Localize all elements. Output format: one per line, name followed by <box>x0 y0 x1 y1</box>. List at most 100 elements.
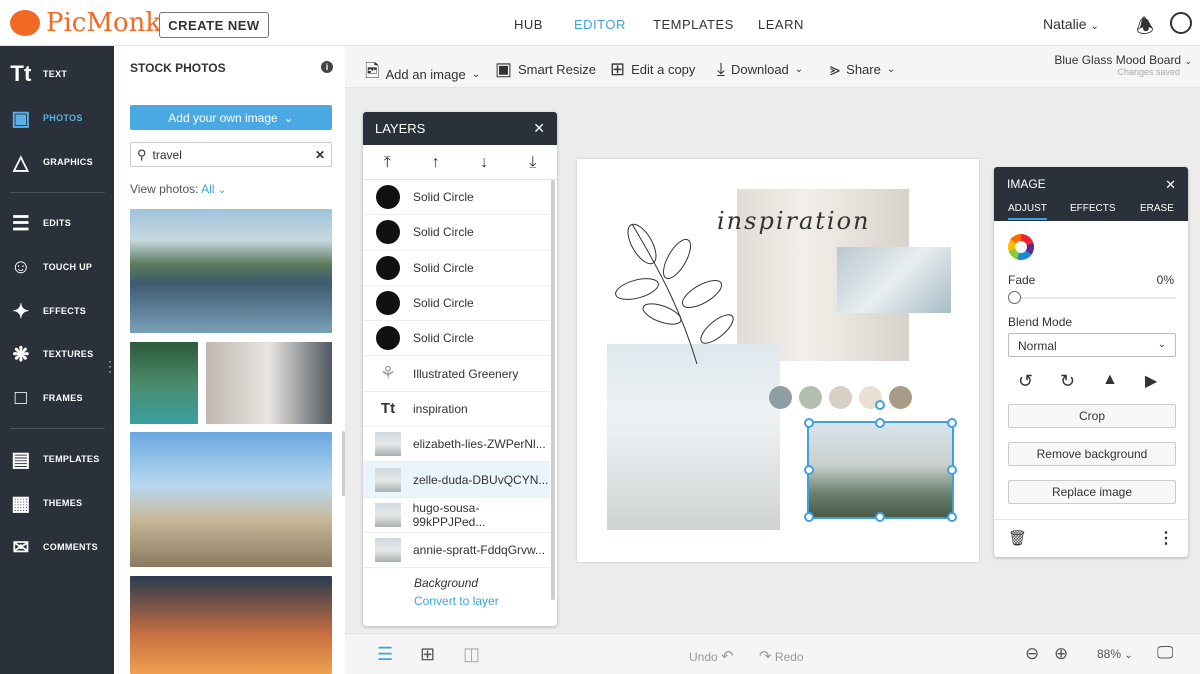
layer-row[interactable]: hugo-sousa-99kPPJPed... <box>363 498 550 533</box>
color-swatch[interactable] <box>889 386 912 409</box>
stock-photo[interactable] <box>130 342 198 424</box>
search-input[interactable]: ⚲ travel ✕ <box>130 142 332 167</box>
layers-icon[interactable]: ☰ <box>377 644 393 665</box>
crop-button[interactable]: Crop <box>1008 404 1176 428</box>
layer-row[interactable]: Solid Circle <box>363 286 550 322</box>
download-button[interactable]: ⤓ Download ⌄ <box>717 59 803 80</box>
more-options-icon[interactable]: ⋮ <box>1158 528 1174 548</box>
sidebar-item-themes[interactable]: ▦ THEMES <box>0 483 114 523</box>
sidebar-item-edits[interactable]: ☰ EDITS <box>0 203 114 243</box>
add-image-button[interactable]: 🖻 Add an image ⌄ <box>365 59 480 89</box>
sidebar-item-text[interactable]: Tt TEXT <box>0 54 114 94</box>
convert-to-layer-link[interactable]: Convert to layer <box>414 594 557 608</box>
scrollbar[interactable] <box>342 431 345 496</box>
close-icon[interactable]: ✕ <box>533 120 545 137</box>
resize-handle[interactable] <box>875 512 885 522</box>
edit-copy-button[interactable]: ⊞ Edit a copy <box>610 59 695 80</box>
smart-resize-button[interactable]: ▣ Smart Resize <box>495 59 596 80</box>
color-swatch[interactable] <box>799 386 822 409</box>
water-photo[interactable] <box>837 247 951 313</box>
stock-photo[interactable] <box>130 432 332 567</box>
zoom-in-icon[interactable]: ⊕ <box>1054 644 1068 664</box>
resize-handle[interactable] <box>804 465 814 475</box>
resize-handle[interactable] <box>804 418 814 428</box>
nav-editor[interactable]: EDITOR <box>574 17 626 32</box>
design-canvas[interactable]: inspiration <box>577 159 979 562</box>
info-icon[interactable]: i <box>321 61 333 73</box>
nav-hub[interactable]: HUB <box>514 17 543 32</box>
bring-to-front-icon[interactable]: ⤒ <box>363 145 412 179</box>
stock-photo[interactable] <box>130 209 332 333</box>
layer-row[interactable]: Solid Circle <box>363 215 550 251</box>
stock-photo[interactable] <box>206 342 332 424</box>
tab-adjust[interactable]: ADJUST <box>1008 203 1047 220</box>
bell-icon[interactable]: 🕭 <box>1136 12 1154 46</box>
tab-erase[interactable]: ERASE <box>1140 203 1174 214</box>
grid-icon[interactable]: ⊞ <box>420 644 435 665</box>
sidebar-item-comments[interactable]: ✉ COMMENTS <box>0 527 114 567</box>
share-button[interactable]: ⪢ Share ⌄ <box>830 59 895 80</box>
nav-learn[interactable]: LEARN <box>758 17 804 32</box>
resize-handle[interactable] <box>804 512 814 522</box>
close-icon[interactable]: ✕ <box>1165 177 1176 193</box>
remove-background-button[interactable]: Remove background <box>1008 442 1176 466</box>
compare-icon[interactable]: ◫ <box>463 644 480 665</box>
view-photos-filter[interactable]: View photos: All ⌄ <box>130 182 226 196</box>
scrollbar[interactable] <box>551 180 555 600</box>
redo-button[interactable]: ↷ Redo <box>759 647 804 665</box>
rotate-right-icon[interactable]: ↻ <box>1060 371 1075 392</box>
avatar[interactable] <box>1170 12 1192 34</box>
layer-row[interactable]: annie-spratt-FddqGrvw... <box>363 533 550 569</box>
layer-row[interactable]: Solid Circle <box>363 180 550 216</box>
layer-row[interactable]: Solid Circle <box>363 251 550 286</box>
stock-photo[interactable] <box>130 576 332 674</box>
layer-row[interactable]: zelle-duda-DBUvQCYN... <box>363 462 550 498</box>
sidebar-item-templates[interactable]: ▤ TEMPLATES <box>0 439 114 479</box>
blend-mode-select[interactable]: Normal ⌄ <box>1008 333 1176 357</box>
color-swatch[interactable] <box>829 386 852 409</box>
resize-handle[interactable] <box>947 418 957 428</box>
layer-row[interactable]: elizabeth-lies-ZWPerNl... <box>363 427 550 463</box>
resize-handle[interactable] <box>947 465 957 475</box>
resize-handle[interactable] <box>875 418 885 428</box>
layer-row[interactable]: Solid Circle <box>363 321 550 357</box>
present-icon[interactable]: 🖵 <box>1157 643 1173 663</box>
sidebar-item-frames[interactable]: □ FRAMES <box>0 378 114 418</box>
trash-icon[interactable]: 🗑 <box>1008 529 1027 547</box>
fade-slider-thumb[interactable] <box>1008 291 1021 304</box>
send-backward-icon[interactable]: ↓ <box>460 145 509 179</box>
create-new-button[interactable]: CREATE NEW <box>159 12 269 38</box>
add-own-image-button[interactable]: Add your own image ⌄ <box>130 105 332 130</box>
text-icon: Tt <box>10 61 32 86</box>
stadium-photo[interactable] <box>607 344 780 530</box>
sidebar-item-graphics[interactable]: △ GRAPHICS <box>0 142 114 182</box>
sidebar-item-photos[interactable]: ▣ PHOTOS <box>0 98 114 138</box>
tab-effects[interactable]: EFFECTS <box>1070 203 1116 214</box>
resize-handle[interactable] <box>947 512 957 522</box>
bring-forward-icon[interactable]: ↑ <box>412 145 461 179</box>
document-title-menu[interactable]: Blue Glass Mood Board ⌄ Changes saved <box>1054 53 1192 77</box>
sidebar-item-effects[interactable]: ✦ EFFECTS <box>0 291 114 331</box>
flip-horizontal-icon[interactable]: ▲ <box>1102 371 1118 389</box>
inspiration-text[interactable]: inspiration <box>717 207 871 235</box>
zoom-level-select[interactable]: 88% ⌄ <box>1097 647 1133 661</box>
zoom-out-icon[interactable]: ⊖ <box>1025 644 1039 664</box>
cactus-photo-selected[interactable] <box>807 421 954 519</box>
rotate-left-icon[interactable]: ↺ <box>1018 371 1033 392</box>
resize-handle[interactable] <box>875 400 885 410</box>
layer-row[interactable]: Tt inspiration <box>363 392 550 428</box>
replace-image-button[interactable]: Replace image <box>1008 480 1176 504</box>
color-wheel-icon[interactable] <box>1008 234 1034 260</box>
send-to-back-icon[interactable]: ⤓ <box>509 145 558 179</box>
flip-vertical-icon[interactable]: ▶ <box>1145 371 1157 391</box>
user-menu[interactable]: Natalie ⌄ <box>1043 16 1099 32</box>
layer-row[interactable]: ⚘ Illustrated Greenery <box>363 356 550 392</box>
color-swatch[interactable] <box>769 386 792 409</box>
clear-icon[interactable]: ✕ <box>315 148 325 162</box>
sidebar-item-touch-up[interactable]: ☺ TOUCH UP <box>0 247 114 287</box>
sidebar-item-textures[interactable]: ❋ TEXTURES <box>0 334 114 374</box>
nav-templates[interactable]: TEMPLATES <box>653 17 734 32</box>
undo-button[interactable]: Undo ↶ <box>689 647 734 665</box>
illustrated-greenery[interactable] <box>602 214 752 364</box>
fade-slider[interactable] <box>1012 297 1176 299</box>
